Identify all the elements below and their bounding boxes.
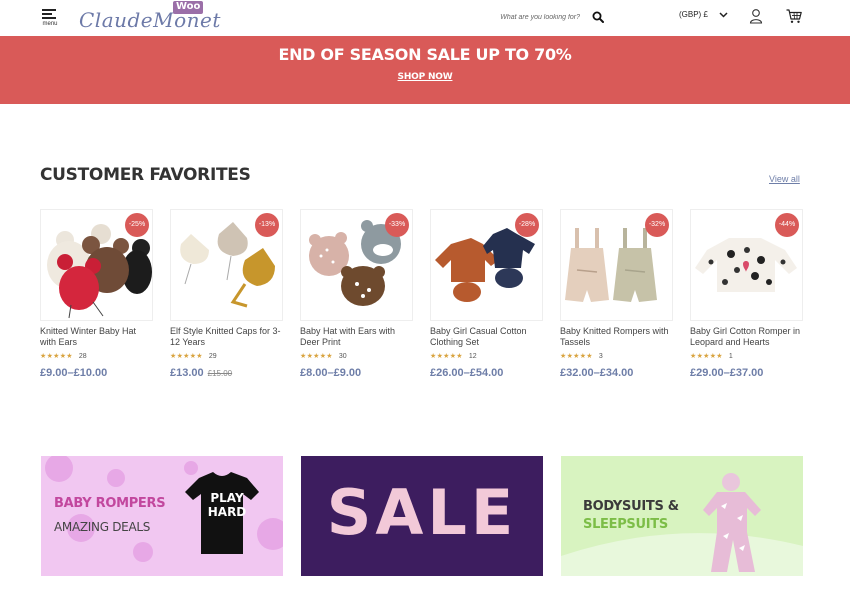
product-image[interactable]: -13% [170, 209, 283, 321]
promo-sleepsuits-title: SLEEPSUITS [583, 517, 668, 532]
price-value: £32.00–£34.00 [560, 367, 634, 379]
product-name[interactable]: Baby Girl Casual Cotton Clothing Set [430, 326, 543, 348]
star-rating-icon: ★★★★★ [40, 353, 73, 360]
product-name[interactable]: Baby Knitted Rompers with Tassels [560, 326, 673, 348]
price-value: £29.00–£37.00 [690, 367, 764, 379]
promo-bodysuits-title: BODYSUITS & [583, 499, 679, 514]
product-card[interactable]: -13% Elf Style Knitted Caps for 3-12 Yea… [170, 209, 283, 379]
promo-baby-rompers[interactable]: BABY ROMPERS AMAZING DEALS PLAY HARD [41, 456, 283, 576]
product-image[interactable]: -25% [40, 209, 153, 321]
site-logo[interactable]: ClaudeMonet Woo [79, 1, 220, 32]
search-input[interactable] [490, 9, 586, 25]
sale-word: SALE [326, 476, 518, 549]
review-count: 1 [728, 353, 733, 360]
discount-badge: -32% [645, 213, 669, 237]
product-image[interactable]: -33% [300, 209, 413, 321]
onesie-print: PLAY HARD [207, 491, 247, 519]
shop-now-link[interactable]: SHOP NOW [398, 72, 453, 82]
price-value: £8.00–£9.00 [300, 367, 362, 379]
product-rating: ★★★★★ 28 [40, 353, 153, 361]
search-icon[interactable] [592, 11, 604, 23]
promo-rompers-title: BABY ROMPERS [54, 496, 166, 511]
product-card[interactable]: -44% Baby Girl Cotton Romper in Leopard … [690, 209, 803, 379]
promo-sale[interactable]: SALE [301, 456, 543, 576]
price-value: £13.00 [170, 367, 204, 379]
logo-badge: Woo [173, 1, 204, 14]
review-count: 12 [468, 353, 477, 360]
product-card[interactable]: -32% Baby Knitted Rompers with Tassels ★… [560, 209, 673, 379]
discount-badge: -44% [775, 213, 799, 237]
discount-badge: -28% [515, 213, 539, 237]
price-value: £26.00–£54.00 [430, 367, 504, 379]
product-grid: -25% Knitted Winter Baby Hat with Ears ★… [40, 209, 804, 389]
product-image[interactable]: -28% [430, 209, 543, 321]
product-card[interactable]: -25% Knitted Winter Baby Hat with Ears ★… [40, 209, 153, 379]
user-icon[interactable] [749, 8, 763, 24]
review-count: 28 [78, 353, 87, 360]
product-name[interactable]: Baby Hat with Ears with Deer Print [300, 326, 413, 348]
product-name[interactable]: Knitted Winter Baby Hat with Ears [40, 326, 153, 348]
old-price: £15.00 [207, 369, 233, 378]
product-rating: ★★★★★ 12 [430, 353, 543, 361]
view-all-link[interactable]: View all [769, 174, 800, 184]
product-price: £9.00–£10.00 [40, 367, 153, 379]
discount-badge: -13% [255, 213, 279, 237]
banner-title: END OF SEASON SALE UP TO 70% [278, 45, 572, 64]
product-price: £8.00–£9.00 [300, 367, 413, 379]
product-rating: ★★★★★ 1 [690, 353, 803, 361]
star-rating-icon: ★★★★★ [170, 353, 203, 360]
promo-bodysuits[interactable]: BODYSUITS & SLEEPSUITS [561, 456, 803, 576]
review-count: 29 [208, 353, 217, 360]
product-name[interactable]: Elf Style Knitted Caps for 3-12 Years [170, 326, 283, 348]
product-image[interactable]: -32% [560, 209, 673, 321]
promo-rompers-subtitle: AMAZING DEALS [54, 520, 151, 534]
star-rating-icon: ★★★★★ [560, 353, 593, 360]
site-header: menu ClaudeMonet Woo (GBP) £ [0, 0, 850, 36]
price-value: £9.00–£10.00 [40, 367, 108, 379]
review-count: 3 [598, 353, 603, 360]
discount-badge: -33% [385, 213, 409, 237]
menu-button[interactable]: menu [42, 9, 58, 27]
menu-icon [42, 9, 58, 19]
product-price: £32.00–£34.00 [560, 367, 673, 379]
discount-badge: -25% [125, 213, 149, 237]
currency-label: (GBP) £ [679, 10, 708, 19]
product-name[interactable]: Baby Girl Cotton Romper in Leopard and H… [690, 326, 803, 348]
product-image[interactable]: -44% [690, 209, 803, 321]
currency-selector[interactable]: (GBP) £ [679, 10, 728, 19]
cart-icon[interactable] [786, 8, 802, 24]
sale-banner: END OF SEASON SALE UP TO 70% SHOP NOW [0, 36, 850, 104]
section-title: CUSTOMER FAVORITES [40, 165, 251, 185]
star-rating-icon: ★★★★★ [430, 353, 463, 360]
star-rating-icon: ★★★★★ [300, 353, 333, 360]
product-card[interactable]: -33% Baby Hat with Ears with Deer Print … [300, 209, 413, 379]
star-rating-icon: ★★★★★ [690, 353, 723, 360]
product-rating: ★★★★★ 3 [560, 353, 673, 361]
sleepsuit-background [561, 473, 803, 576]
product-card[interactable]: -28% Baby Girl Casual Cotton Clothing Se… [430, 209, 543, 379]
product-rating: ★★★★★ 29 [170, 353, 283, 361]
product-rating: ★★★★★ 30 [300, 353, 413, 361]
chevron-down-icon [719, 12, 728, 18]
search-bar [490, 9, 606, 25]
menu-label: menu [42, 21, 58, 27]
product-price: £13.00 £15.00 [170, 367, 283, 379]
review-count: 30 [338, 353, 347, 360]
product-price: £29.00–£37.00 [690, 367, 803, 379]
product-price: £26.00–£54.00 [430, 367, 543, 379]
